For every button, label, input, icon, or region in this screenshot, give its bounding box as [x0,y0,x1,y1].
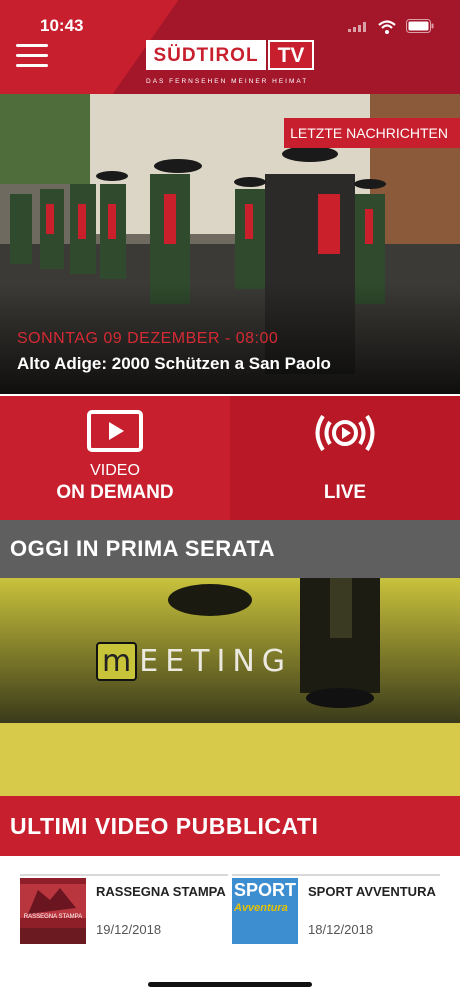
nav-tiles: VIDEO ON DEMAND LIVE [0,396,460,520]
video-date: 18/12/2018 [308,922,374,937]
logo-wordmark: SÜDTIROL [146,40,266,70]
latest-news-badge[interactable]: LETZTE NACHRICHTEN [284,118,460,148]
prime-time-image [0,578,460,796]
cellular-signal-icon [348,22,366,32]
sport-avventura-thumbnail: SPORT Avventura [232,878,298,944]
latest-videos-heading: ULTIMI VIDEO PUBBLICATI [0,796,460,856]
live-broadcast-icon [315,414,375,452]
hero-date: SONNTAG 09 DEZEMBER - 08:00 [17,330,279,347]
live-label: LIVE [323,482,367,503]
thumb-caption-line2: Avventura [234,902,288,914]
live-button[interactable]: LIVE [230,396,460,520]
prime-time-heading: OGGI IN PRIMA SERATA [0,520,460,578]
hamburger-menu-icon[interactable] [16,44,48,68]
status-time: 10:43 [40,16,84,35]
video-title: RASSEGNA STAMPA [96,884,226,899]
video-card-sport-avventura[interactable]: SPORT Avventura SPORT AVVENTURA 18/12/20… [232,874,440,948]
video-card-rassegna-stampa[interactable]: RASSEGNA STAMPA RASSEGNA STAMPA 19/12/20… [20,874,228,948]
hero-news-card[interactable]: LETZTE NACHRICHTEN SONNTAG 09 DEZEMBER -… [0,94,460,394]
thumb-caption: RASSEGNA STAMPA [23,914,83,920]
logo-tv: TV [268,40,314,70]
battery-icon [406,19,434,33]
rassegna-stampa-thumbnail: RASSEGNA STAMPA [20,878,86,944]
thumb-caption-line1: SPORT [234,880,297,900]
hero-title: Alto Adige: 2000 Schützen a San Paolo [17,354,331,373]
status-bar: 10:43 [0,14,460,38]
latest-videos-list: RASSEGNA STAMPA RASSEGNA STAMPA 19/12/20… [0,856,460,966]
logo-tagline: DAS FERNSEHEN MEINER HEIMAT [146,78,309,85]
vod-label-line2: ON DEMAND [56,482,174,503]
app-header: 10:43 SÜDTIROL TV DAS FERNSEHEN MEINER H… [0,0,460,94]
vod-label-line1: VIDEO [90,462,140,479]
video-play-icon [87,410,143,452]
sudtirol-tv-logo: SÜDTIROL TV DAS FERNSEHEN MEINER HEIMAT [146,40,316,88]
video-on-demand-button[interactable]: VIDEO ON DEMAND [0,396,230,520]
video-date: 19/12/2018 [96,922,162,937]
home-indicator[interactable] [148,982,312,987]
video-title: SPORT AVVENTURA [308,884,436,899]
prime-time-show[interactable]: m EETING [0,578,460,796]
meeting-show-logo: m EETING [96,642,292,681]
wifi-icon [378,20,396,34]
